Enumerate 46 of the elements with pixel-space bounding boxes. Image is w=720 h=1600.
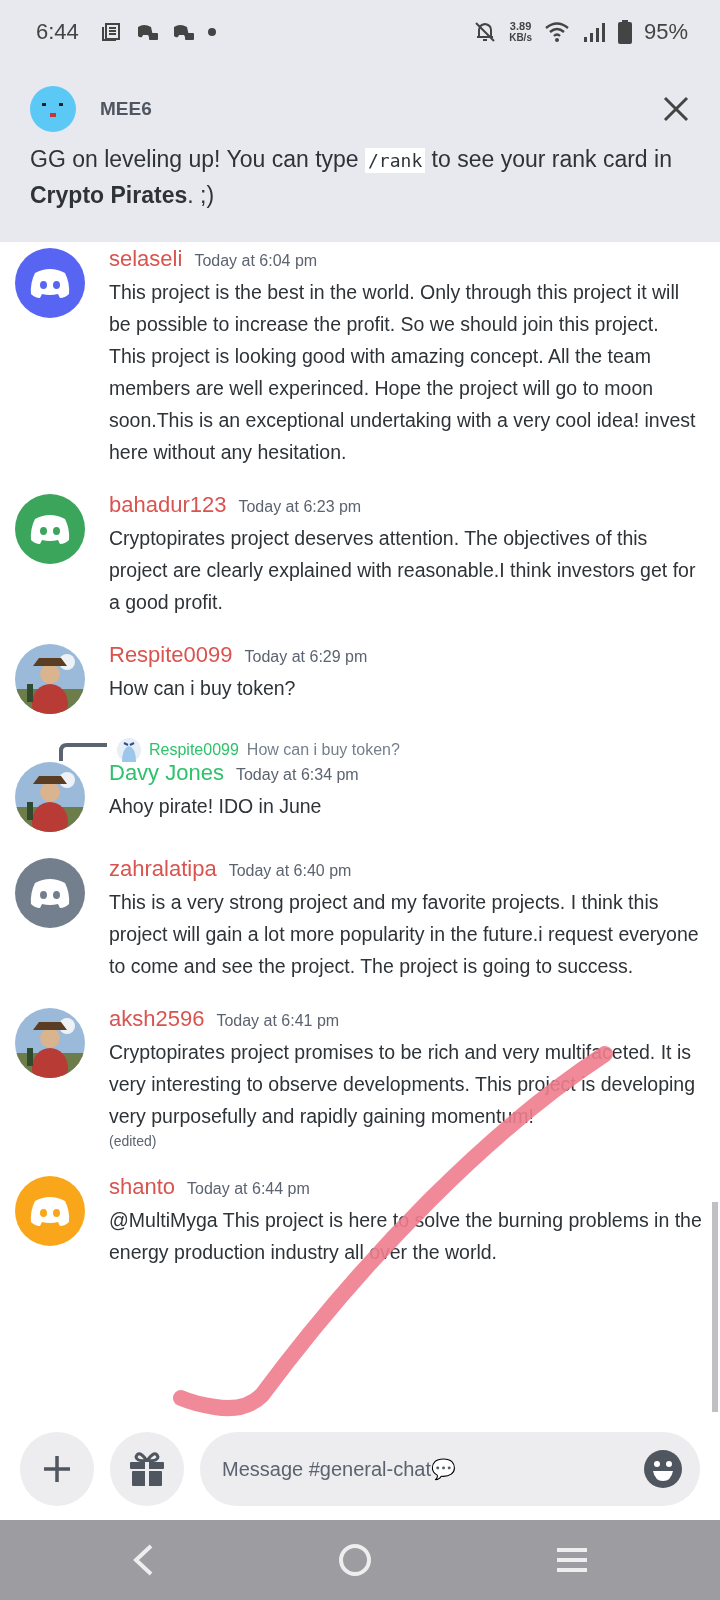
default-avatar[interactable]: [15, 248, 85, 318]
message-text: This is a very strong project and my favorite projects. I think this project will gain a lot more popularity in the future.i request everyone to come and see the project. The project is going to success.: [109, 890, 700, 979]
emoji-icon[interactable]: [644, 1450, 682, 1488]
timestamp: Today at 6:40 pm: [228, 862, 352, 880]
menu-icon[interactable]: [554, 1546, 589, 1574]
status-time: 6:44: [36, 19, 79, 45]
message-text: Ahoy pirate! IDO in June: [109, 794, 323, 819]
network-speed: 3.89: [509, 20, 532, 32]
message-text: This project is the best in the world. Only through this project it will be possible to increase the profit. So we should join this project.: [109, 280, 681, 337]
dot-icon: [206, 27, 217, 37]
timestamp: Today at 6:04 pm: [194, 252, 318, 270]
message-text: Cryptopirates project deserves attention. The objectives of this project are clearly explained with reasonable.I think investors get for a good profit.: [109, 526, 697, 615]
username[interactable]: aksh2596: [109, 1006, 205, 1032]
battery-percent: 95%: [643, 19, 688, 45]
username[interactable]: Respite0099: [109, 642, 233, 668]
username[interactable]: selaseli: [109, 246, 183, 272]
default-avatar[interactable]: [15, 858, 85, 928]
battery-icon: [617, 20, 632, 44]
bot-avatar: [30, 86, 76, 132]
edited-label: (edited): [109, 1133, 157, 1149]
plus-icon: [42, 1454, 72, 1484]
timestamp: Today at 6:41 pm: [216, 1012, 340, 1030]
username[interactable]: bahadur123: [109, 492, 227, 518]
reply-author[interactable]: Respite0099: [149, 741, 239, 759]
timestamp: Today at 6:29 pm: [244, 648, 368, 666]
home-icon[interactable]: [338, 1543, 372, 1577]
default-avatar[interactable]: [15, 494, 85, 564]
message-text: How can i buy token?: [109, 676, 297, 701]
timestamp: Today at 6:34 pm: [235, 766, 359, 784]
sender-name: MEE6: [100, 98, 152, 120]
username[interactable]: zahralatipa: [109, 856, 217, 882]
username[interactable]: shanto: [109, 1174, 176, 1200]
timestamp: Today at 6:44 pm: [187, 1180, 310, 1198]
news-icon: [100, 21, 123, 43]
username[interactable]: Davy Jones: [109, 760, 224, 786]
gift-icon: [128, 1450, 166, 1488]
scrollbar[interactable]: [712, 1202, 718, 1412]
reply-preview[interactable]: How can i buy token?: [246, 741, 400, 759]
close-icon[interactable]: [662, 95, 690, 123]
timestamp: Today at 6:23 pm: [238, 498, 362, 516]
message-text: This project is looking good with amazing concept. All the team members are well experinced. Hope the project will go to moon soon.This is an exceptional undertaking with a very cool idea! invest here without any hesitation.: [109, 344, 697, 465]
speed-unit: KB/s: [509, 32, 532, 44]
message-input[interactable]: Message #general-chat💬: [200, 1432, 700, 1506]
notification-text: GG on leveling up! You can type /rank to see your rank card in Crypto Pirates. ;): [30, 145, 673, 210]
signal-icon: [581, 21, 606, 43]
wifi-icon: [543, 21, 570, 43]
